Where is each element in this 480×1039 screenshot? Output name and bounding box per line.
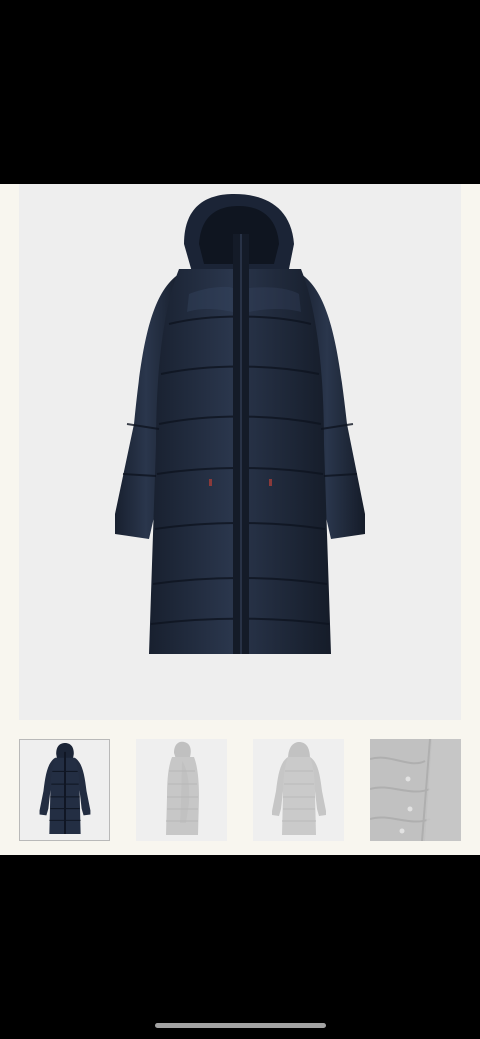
coat-back-thumbnail-icon	[272, 742, 326, 835]
thumbnail-fabric-detail[interactable]	[370, 739, 461, 841]
product-image-gallery	[0, 184, 480, 855]
top-black-area	[0, 0, 480, 184]
coat-side-thumbnail-icon	[166, 741, 199, 835]
thumbnail-strip	[0, 739, 480, 843]
bottom-black-area	[0, 855, 480, 1039]
hooded-long-puffer-coat-icon	[115, 194, 365, 654]
main-product-image[interactable]	[19, 184, 461, 720]
coat-front-thumbnail-icon	[39, 743, 91, 835]
home-indicator[interactable]	[155, 1023, 326, 1028]
thumbnail-side[interactable]	[136, 739, 227, 841]
coat-fabric-detail-thumbnail-icon	[370, 739, 461, 841]
thumbnail-front[interactable]	[19, 739, 110, 841]
thumbnail-back[interactable]	[253, 739, 344, 841]
